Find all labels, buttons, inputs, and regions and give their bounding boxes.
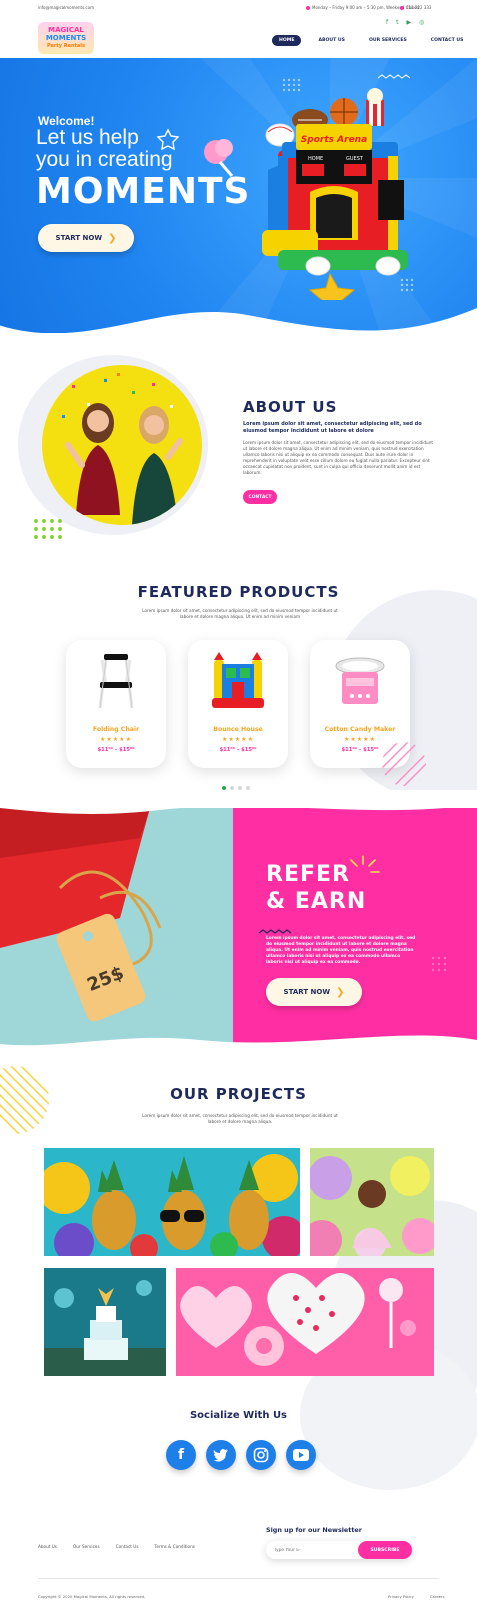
svg-text:Sports Arena: Sports Arena	[301, 135, 367, 145]
newsletter-title: Sign up for our Newsletter	[266, 1526, 362, 1534]
star-outline-icon	[156, 128, 180, 151]
clock-icon	[306, 6, 310, 10]
header: MAGICAL MOMENTS Party Rentals f t ▶ ◎ HO…	[0, 14, 477, 59]
youtube-icon[interactable]: ▶	[406, 19, 411, 26]
featured-text: Lorem ipsum dolor sit amet, consectetur …	[142, 608, 338, 619]
folding-chair-image	[98, 654, 134, 709]
phone-text[interactable]: 111 222 333	[400, 5, 431, 10]
nav-about[interactable]: ABOUT US	[311, 35, 351, 46]
careers-link[interactable]: Careers	[430, 1594, 445, 1599]
logo-line3: Party Rentals	[46, 43, 85, 49]
nav-contact[interactable]: CONTACT US	[424, 35, 471, 46]
footer-links: About Us Our Services Contact Us Terms &…	[38, 1544, 195, 1549]
footer-link-terms[interactable]: Terms & Conditions	[155, 1544, 195, 1549]
hero-line1: Let us help	[36, 126, 139, 149]
privacy-policy-link[interactable]: Privacy Policy	[388, 1594, 414, 1599]
cotton-candy-maker-image	[335, 657, 385, 704]
subscribe-button[interactable]: SUBSCRIBE	[358, 1541, 412, 1559]
legal-links: Privacy Policy Careers	[388, 1594, 445, 1599]
instagram-icon[interactable]: ◎	[419, 19, 424, 26]
hero-start-label: START NOW	[55, 234, 103, 242]
top-bar: info@magicalmoments.com Monday – Friday …	[0, 0, 477, 14]
twitter-icon[interactable]	[206, 1440, 236, 1470]
refer-decor	[258, 855, 447, 972]
refer-title-line1: REFER	[266, 862, 350, 887]
bouncy-castle-illustration: Sports Arena HOME GUEST	[262, 88, 408, 300]
refer-panel	[233, 808, 477, 1048]
logo-line2: MOMENTS	[45, 34, 87, 42]
nav-home[interactable]: HOME	[272, 35, 302, 46]
twitter-icon[interactable]: t	[396, 19, 398, 26]
product-card-bounce-house[interactable]: Bounce House ★★★★★ $11⁰⁰ – $15⁰⁰	[188, 640, 288, 768]
facebook-icon[interactable]: f	[166, 1440, 196, 1470]
refer-start-label: START NOW	[283, 988, 331, 996]
footer-divider	[38, 1578, 439, 1579]
hero-wave	[0, 308, 477, 348]
footer-link-services[interactable]: Our Services	[73, 1544, 100, 1549]
main-nav: HOME ABOUT US OUR SERVICES CONTACT US	[262, 35, 470, 46]
logo[interactable]: MAGICAL MOMENTS Party Rentals	[38, 22, 94, 54]
contact-button[interactable]: CONTACT	[243, 490, 277, 504]
youtube-icon[interactable]	[286, 1440, 316, 1470]
product-name: Folding Chair	[92, 726, 140, 733]
hero-line2: you in creating	[36, 148, 173, 171]
green-dot-grid	[34, 519, 62, 539]
projects-title: OUR PROJECTS	[170, 1085, 307, 1103]
featured-title: FEATURED PRODUCTS	[137, 583, 340, 601]
newsletter-form: SUBSCRIBE	[266, 1541, 412, 1559]
about-photo	[42, 365, 202, 525]
projects-text: Lorem ipsum dolor sit amet, consectetur …	[142, 1113, 338, 1124]
product-name: Bounce House	[213, 726, 263, 733]
hero-moments: MOMENTS	[36, 171, 251, 212]
footer-link-contact[interactable]: Contact Us	[116, 1544, 139, 1549]
svg-text:HOME: HOME	[308, 156, 323, 162]
chevron-right-icon: ❯	[336, 986, 345, 998]
product-name: Cotton Candy Maker	[324, 726, 396, 733]
pink-stripes-decor	[382, 742, 426, 786]
chevron-right-icon: ❯	[108, 232, 117, 244]
copyright: Copyright © 2020 Magical Moments. All ri…	[38, 1594, 146, 1599]
product-rating: ★★★★★	[222, 736, 254, 743]
instagram-icon[interactable]	[246, 1440, 276, 1470]
social-title: Socialize With Us	[189, 1410, 288, 1421]
pineapples	[92, 1156, 269, 1250]
product-price: $11⁰⁰ – $15⁰⁰	[97, 747, 135, 753]
product-price: $11⁰⁰ – $15⁰⁰	[219, 747, 257, 753]
bounce-house-image	[212, 652, 264, 708]
about-subtitle: Lorem ipsum dolor sit amet, consectetur …	[243, 421, 422, 434]
facebook-icon[interactable]: f	[386, 19, 388, 26]
social-row: f	[166, 1440, 316, 1470]
phone-label: 111 222 333	[406, 5, 432, 10]
project-photo-cake[interactable]	[44, 1268, 166, 1376]
newsletter-email-input[interactable]	[274, 1541, 354, 1559]
product-rating: ★★★★★	[100, 736, 132, 743]
refer-bottom-wave	[0, 1035, 477, 1058]
email-link[interactable]: info@magicalmoments.com	[38, 5, 94, 10]
social-top: f t ▶ ◎	[386, 19, 424, 26]
logo-line1: MAGICAL	[48, 26, 84, 34]
refer-body: Lorem ipsum dolor sit amet, consectetur …	[266, 936, 416, 965]
about-body: Lorem ipsum dolor sit amet, consectetur …	[243, 440, 433, 475]
project-photo-balloons-baby[interactable]	[310, 1148, 434, 1256]
product-card-folding-chair[interactable]: Folding Chair ★★★★★ $11⁰⁰ – $15⁰⁰	[66, 640, 166, 768]
about-title: ABOUT US	[243, 398, 338, 416]
project-photo-pineapples[interactable]	[44, 1148, 300, 1256]
refer-top-wave	[0, 790, 477, 814]
zigzag-decor	[377, 74, 411, 79]
refer-image-panel: 25$	[0, 808, 233, 1048]
refer-title-line2: & EARN	[266, 889, 367, 914]
refer-start-button[interactable]: START NOW ❯	[266, 978, 362, 1006]
footer-link-about[interactable]: About Us	[38, 1544, 57, 1549]
phone-icon	[400, 6, 404, 10]
page: info@magicalmoments.com Monday – Friday …	[0, 0, 477, 1614]
project-photo-hearts[interactable]	[176, 1268, 434, 1376]
hero-start-button[interactable]: START NOW ❯	[38, 224, 134, 252]
nav-services[interactable]: OUR SERVICES	[362, 35, 414, 46]
svg-text:GUEST: GUEST	[346, 156, 364, 162]
